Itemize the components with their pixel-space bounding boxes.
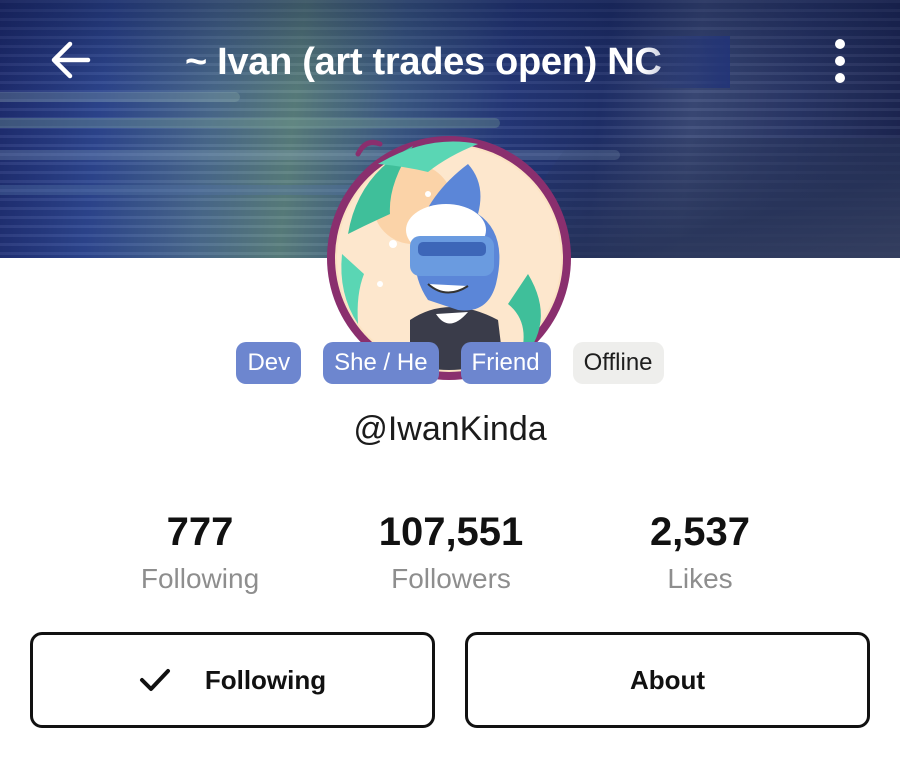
- tag-friend[interactable]: Friend: [460, 342, 551, 384]
- arrow-left-icon: [51, 41, 91, 79]
- tag-online-status: Offline: [572, 342, 664, 384]
- following-button[interactable]: Following: [30, 632, 435, 728]
- about-button[interactable]: About: [465, 632, 870, 728]
- more-vertical-icon: [835, 39, 845, 83]
- checkmark-icon: [139, 669, 170, 691]
- about-button-label: About: [629, 664, 706, 695]
- stat-likes[interactable]: 2,537 Likes: [550, 505, 850, 599]
- back-button[interactable]: [40, 35, 100, 85]
- tag-dev[interactable]: Dev: [236, 342, 302, 384]
- user-handle: @IwanKinda: [353, 410, 547, 448]
- stat-value: 2,537: [649, 510, 751, 554]
- more-options-button[interactable]: [822, 35, 858, 87]
- title-fade-overlay: [640, 36, 730, 88]
- stat-label: Likes: [667, 563, 733, 594]
- following-button-label: Following: [204, 664, 327, 695]
- tag-pronouns[interactable]: She / He: [323, 342, 439, 384]
- profile-title: ~ Ivan (art trades open) NC: [185, 41, 662, 83]
- profile-tags: Dev She / He Friend Offline: [0, 342, 900, 384]
